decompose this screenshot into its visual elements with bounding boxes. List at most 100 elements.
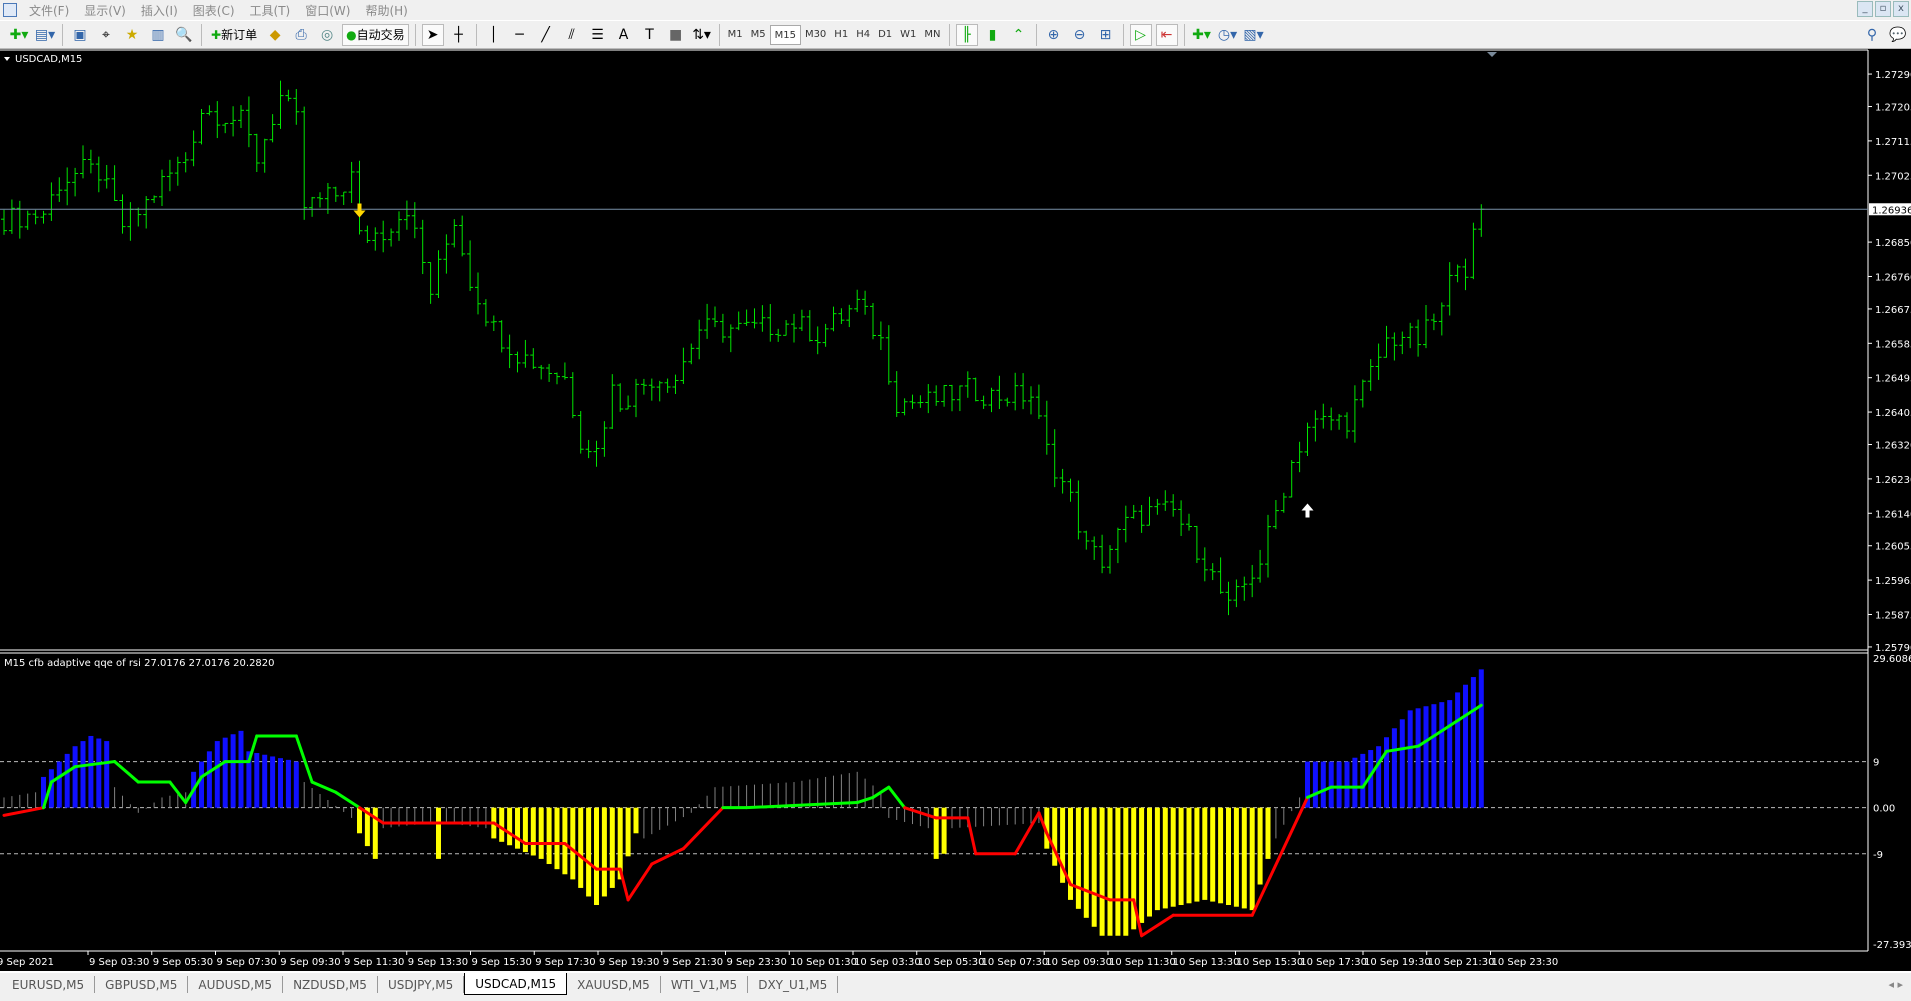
price-bar: [190, 130, 197, 167]
histogram-bar: [145, 807, 147, 809]
new-order-button[interactable]: ✚ 新订单: [208, 24, 260, 46]
price-bar: [206, 105, 213, 116]
profiles-icon[interactable]: ▤▾: [34, 24, 56, 46]
price-bar: [1201, 547, 1208, 582]
rectangle-tool[interactable]: ■: [665, 24, 687, 46]
chat-icon[interactable]: 💬: [1887, 24, 1909, 46]
arrows-tool[interactable]: ⇅▾: [691, 24, 713, 46]
chart-shift-marker-icon[interactable]: [1487, 52, 1497, 57]
trendline-tool[interactable]: ╱: [535, 24, 557, 46]
line-chart-icon[interactable]: ⌃: [1008, 24, 1030, 46]
text-label-tool[interactable]: T: [639, 24, 661, 46]
histogram-bar: [1107, 807, 1113, 936]
fibonacci-tool[interactable]: ☰: [587, 24, 609, 46]
timeframe-d1[interactable]: D1: [874, 25, 896, 45]
templates-icon[interactable]: ▧▾: [1243, 24, 1265, 46]
timeframe-m30[interactable]: M30: [801, 25, 830, 45]
price-bar: [317, 192, 323, 208]
timeframe-w1[interactable]: W1: [896, 25, 920, 45]
price-bar: [1375, 343, 1382, 380]
histogram-bar: [586, 807, 592, 897]
cursor-tool[interactable]: ➤: [421, 23, 444, 46]
zoom-out-icon[interactable]: ⊖: [1069, 24, 1091, 46]
menu-window[interactable]: 窗口(W): [299, 2, 359, 19]
navigator-icon[interactable]: ★: [121, 24, 143, 46]
histogram-bar: [625, 807, 631, 857]
timeframe-h4[interactable]: H4: [852, 25, 874, 45]
menu-file[interactable]: 文件(F): [23, 2, 78, 19]
price-bar: [135, 207, 142, 227]
tab-usdcad-m15[interactable]: USDCAD,M15: [464, 973, 568, 995]
terminal-icon[interactable]: ▥: [147, 24, 169, 46]
separator: [62, 23, 63, 46]
bar-chart-icon[interactable]: ╟: [955, 23, 978, 46]
histogram-bar: [675, 807, 676, 822]
tab-scroll-arrows-icon[interactable]: ◂ ▸: [1888, 978, 1903, 991]
histogram-bar: [270, 756, 276, 808]
dropdown-triangle-icon[interactable]: [4, 57, 10, 61]
tab-wti-v1-m5[interactable]: WTI_V1,M5: [661, 976, 749, 993]
tab-nzdusd-m5[interactable]: NZDUSD,M5: [283, 976, 378, 993]
histogram-bar: [319, 794, 321, 808]
auto-scroll-icon[interactable]: ▷: [1129, 23, 1152, 46]
time-label: 9 Sep 05:30: [153, 957, 213, 968]
timeframe-m1[interactable]: M1: [724, 25, 747, 45]
market-watch-icon[interactable]: ▣: [69, 24, 91, 46]
time-label: 9 Sep 07:30: [217, 957, 277, 968]
price-bar: [372, 227, 379, 251]
text-tool[interactable]: A: [613, 24, 635, 46]
indicators-icon[interactable]: ✚▾: [1191, 24, 1213, 46]
tab-dxy-u1-m5[interactable]: DXY_U1,M5: [748, 976, 839, 993]
price-bar: [901, 398, 908, 416]
indicator-line-segment: [113, 760, 140, 784]
menu-insert[interactable]: 插入(I): [135, 2, 187, 19]
metaeditor-icon[interactable]: ◆: [264, 24, 286, 46]
strategy-tester-icon[interactable]: 🔍: [173, 24, 195, 46]
histogram-bar: [722, 786, 724, 808]
menu-help[interactable]: 帮助(H): [359, 2, 416, 19]
timeframe-h1[interactable]: H1: [830, 25, 852, 45]
close-button[interactable]: x: [1893, 1, 1909, 17]
price-bar: [1099, 534, 1106, 574]
price-bar: [530, 348, 537, 370]
histogram-bar: [278, 758, 283, 808]
horizontal-line-tool[interactable]: ─: [509, 24, 531, 46]
chart-shift-icon[interactable]: ⇤: [1155, 23, 1178, 46]
tab-gbpusd-m5[interactable]: GBPUSD,M5: [95, 976, 189, 993]
chart-window[interactable]: USDCAD,M15 M15 cfb adaptive qqe of rsi 2…: [0, 49, 1911, 973]
tab-xauusd-m5[interactable]: XAUUSD,M5: [567, 976, 661, 993]
search-icon[interactable]: ⚲: [1861, 24, 1883, 46]
timeframe-mn[interactable]: MN: [920, 25, 944, 45]
signals-icon[interactable]: ⎙: [290, 24, 312, 46]
histogram-bar: [904, 807, 906, 823]
histogram-bar: [1283, 807, 1285, 825]
histogram-bar: [601, 807, 607, 897]
minimize-button[interactable]: _: [1857, 1, 1873, 17]
periods-icon[interactable]: ◷▾: [1217, 24, 1239, 46]
restore-button[interactable]: ▫: [1875, 1, 1891, 17]
histogram-bar: [1178, 807, 1184, 906]
crosshair-tool[interactable]: ┼: [448, 24, 470, 46]
menu-tools[interactable]: 工具(T): [244, 2, 300, 19]
data-window-icon[interactable]: ⌖: [95, 24, 117, 46]
price-bar: [1383, 325, 1390, 358]
tile-windows-icon[interactable]: ⊞: [1095, 24, 1117, 46]
candlestick-icon[interactable]: ▮: [982, 24, 1004, 46]
price-bar: [475, 272, 481, 315]
histogram-bar: [793, 782, 795, 808]
new-chart-icon[interactable]: ✚▾: [8, 24, 30, 46]
tab-audusd-m5[interactable]: AUDUSD,M5: [188, 976, 284, 993]
tab-eurusd-m5[interactable]: EURUSD,M5: [2, 976, 96, 993]
auto-trading-button[interactable]: ● 自动交易: [342, 23, 409, 46]
menu-charts[interactable]: 图表(C): [187, 2, 244, 19]
vertical-line-tool[interactable]: │: [483, 24, 505, 46]
histogram-bar: [1099, 807, 1105, 936]
chart-canvas[interactable]: USDCAD,M15 M15 cfb adaptive qqe of rsi 2…: [0, 49, 1911, 973]
tab-usdjpy-m5[interactable]: USDJPY,M5: [378, 976, 465, 993]
equidistant-channel-tool[interactable]: ⫽: [561, 24, 583, 46]
timeframe-m15[interactable]: M15: [769, 24, 801, 45]
zoom-in-icon[interactable]: ⊕: [1043, 24, 1065, 46]
timeframe-m5[interactable]: M5: [747, 25, 770, 45]
radio-icon[interactable]: ◎: [316, 24, 338, 46]
menu-view[interactable]: 显示(V): [78, 2, 135, 19]
